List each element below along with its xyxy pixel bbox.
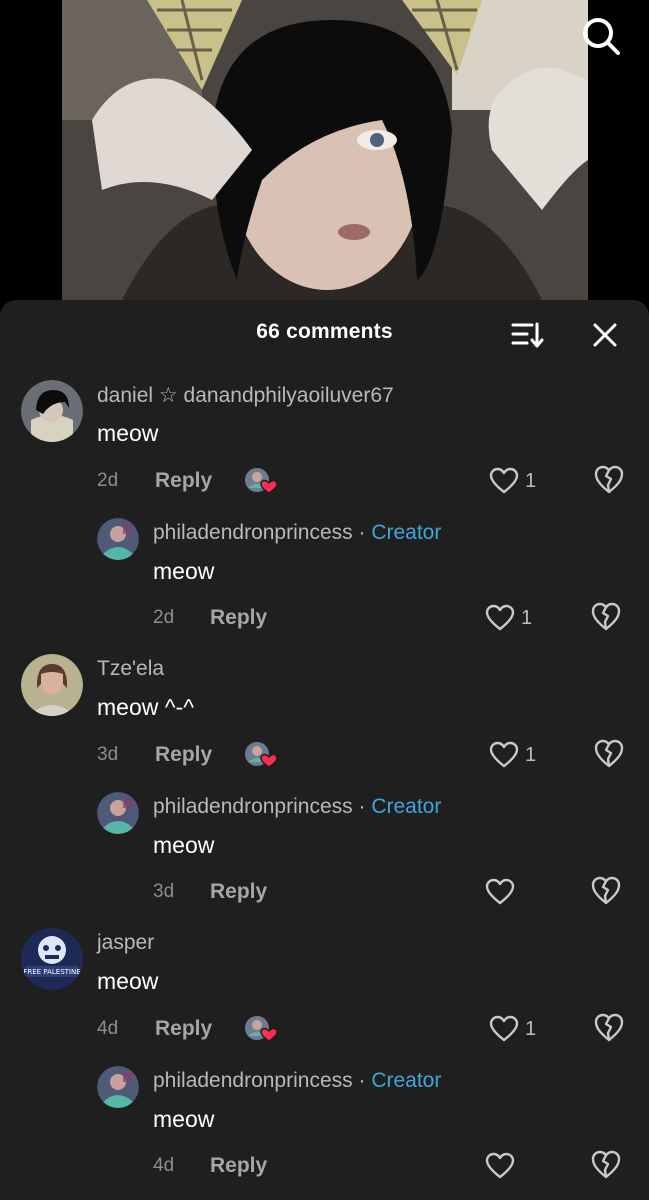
broken-heart-icon bbox=[591, 876, 621, 905]
reply-text: meow bbox=[153, 832, 215, 858]
replier-avatar[interactable] bbox=[97, 518, 139, 560]
dislike-button[interactable] bbox=[590, 601, 622, 633]
broken-heart-icon bbox=[594, 1013, 624, 1042]
like-button[interactable] bbox=[485, 877, 545, 907]
like-count: 1 bbox=[525, 1017, 537, 1040]
avatar-image bbox=[97, 792, 139, 834]
search-icon bbox=[583, 18, 620, 55]
reply-button[interactable]: Reply bbox=[210, 1154, 267, 1178]
liked-by-creator-badge bbox=[243, 740, 278, 770]
dislike-button[interactable] bbox=[593, 1012, 625, 1044]
avatar-image bbox=[21, 380, 83, 442]
avatar-image: FREE PALESTINE bbox=[21, 928, 83, 990]
heart-icon bbox=[485, 878, 515, 905]
creator-label: Creator bbox=[371, 521, 442, 544]
reply-timestamp: 4d bbox=[153, 1155, 175, 1176]
broken-heart-icon bbox=[594, 739, 624, 768]
reply-button[interactable]: Reply bbox=[155, 469, 212, 493]
svg-text:FREE PALESTINE: FREE PALESTINE bbox=[23, 968, 80, 976]
like-button[interactable]: 1 bbox=[489, 466, 549, 496]
heart-icon bbox=[489, 467, 519, 494]
creator-label: Creator bbox=[371, 795, 442, 818]
commenter-avatar[interactable] bbox=[21, 380, 83, 442]
like-button[interactable] bbox=[485, 1151, 545, 1181]
video-area[interactable] bbox=[0, 0, 649, 300]
liked-by-creator-badge bbox=[243, 1014, 278, 1044]
like-count: 1 bbox=[521, 606, 533, 629]
close-button[interactable] bbox=[590, 320, 620, 350]
comment-timestamp: 3d bbox=[97, 744, 119, 765]
creator-label: Creator bbox=[371, 1069, 442, 1092]
reply-timestamp: 3d bbox=[153, 881, 175, 902]
replier-username-line[interactable]: philadendronprincess · Creator bbox=[153, 521, 441, 545]
commenter-username[interactable]: jasper bbox=[97, 931, 154, 955]
username-separator: · bbox=[358, 795, 366, 818]
reply-text: meow bbox=[153, 1106, 215, 1132]
replier-username-line[interactable]: philadendronprincess · Creator bbox=[153, 1069, 441, 1093]
like-button[interactable]: 1 bbox=[485, 603, 545, 633]
replier-username: philadendronprincess bbox=[153, 795, 353, 818]
broken-heart-icon bbox=[591, 602, 621, 631]
username-separator: · bbox=[358, 1069, 366, 1092]
broken-heart-icon bbox=[591, 1150, 621, 1179]
video-thumbnail[interactable] bbox=[62, 0, 588, 300]
liked-by-creator-badge bbox=[243, 466, 278, 496]
avatar-image bbox=[21, 654, 83, 716]
like-button[interactable]: 1 bbox=[489, 1014, 549, 1044]
comments-header: 66 comments bbox=[0, 300, 649, 366]
reply-text: meow bbox=[153, 558, 215, 584]
replier-username-line[interactable]: philadendronprincess · Creator bbox=[153, 795, 441, 819]
search-button[interactable] bbox=[579, 14, 623, 58]
replier-username: philadendronprincess bbox=[153, 521, 353, 544]
commenter-avatar[interactable]: FREE PALESTINE bbox=[21, 928, 83, 990]
reply-button[interactable]: Reply bbox=[155, 1017, 212, 1041]
replier-username: philadendronprincess bbox=[153, 1069, 353, 1092]
replier-avatar[interactable] bbox=[97, 792, 139, 834]
avatar-image bbox=[97, 1066, 139, 1108]
broken-heart-icon bbox=[594, 465, 624, 494]
dislike-button[interactable] bbox=[593, 738, 625, 770]
sort-icon bbox=[511, 322, 544, 348]
reply-button[interactable]: Reply bbox=[210, 606, 267, 630]
reply-button[interactable]: Reply bbox=[210, 880, 267, 904]
comment-timestamp: 4d bbox=[97, 1018, 119, 1039]
dislike-button[interactable] bbox=[590, 1149, 622, 1181]
heart-icon bbox=[489, 1015, 519, 1042]
creator-liked-badge bbox=[245, 1016, 278, 1042]
comment-text: meow bbox=[97, 968, 159, 994]
like-count: 1 bbox=[525, 743, 537, 766]
comment-text: meow bbox=[97, 420, 159, 446]
heart-icon bbox=[489, 741, 519, 768]
dislike-button[interactable] bbox=[593, 464, 625, 496]
comment-text: meow ^-^ bbox=[97, 694, 194, 720]
replier-avatar[interactable] bbox=[97, 1066, 139, 1108]
heart-icon bbox=[485, 1152, 515, 1179]
commenter-username[interactable]: daniel ☆ danandphilyaoiluver67 bbox=[97, 383, 394, 408]
sort-button[interactable] bbox=[510, 320, 546, 350]
reply-timestamp: 2d bbox=[153, 607, 175, 628]
commenter-username[interactable]: Tze'ela bbox=[97, 657, 164, 681]
dislike-button[interactable] bbox=[590, 875, 622, 907]
video-still-image bbox=[62, 0, 588, 300]
commenter-avatar[interactable] bbox=[21, 654, 83, 716]
avatar-image bbox=[97, 518, 139, 560]
comment-timestamp: 2d bbox=[97, 470, 119, 491]
creator-liked-badge bbox=[245, 742, 278, 768]
reply-button[interactable]: Reply bbox=[155, 743, 212, 767]
heart-icon bbox=[485, 604, 515, 631]
creator-liked-badge bbox=[245, 468, 278, 494]
username-separator: · bbox=[358, 521, 366, 544]
close-icon bbox=[593, 323, 617, 347]
like-button[interactable]: 1 bbox=[489, 740, 549, 770]
comment-count-title: 66 comments bbox=[256, 320, 393, 343]
like-count: 1 bbox=[525, 469, 537, 492]
